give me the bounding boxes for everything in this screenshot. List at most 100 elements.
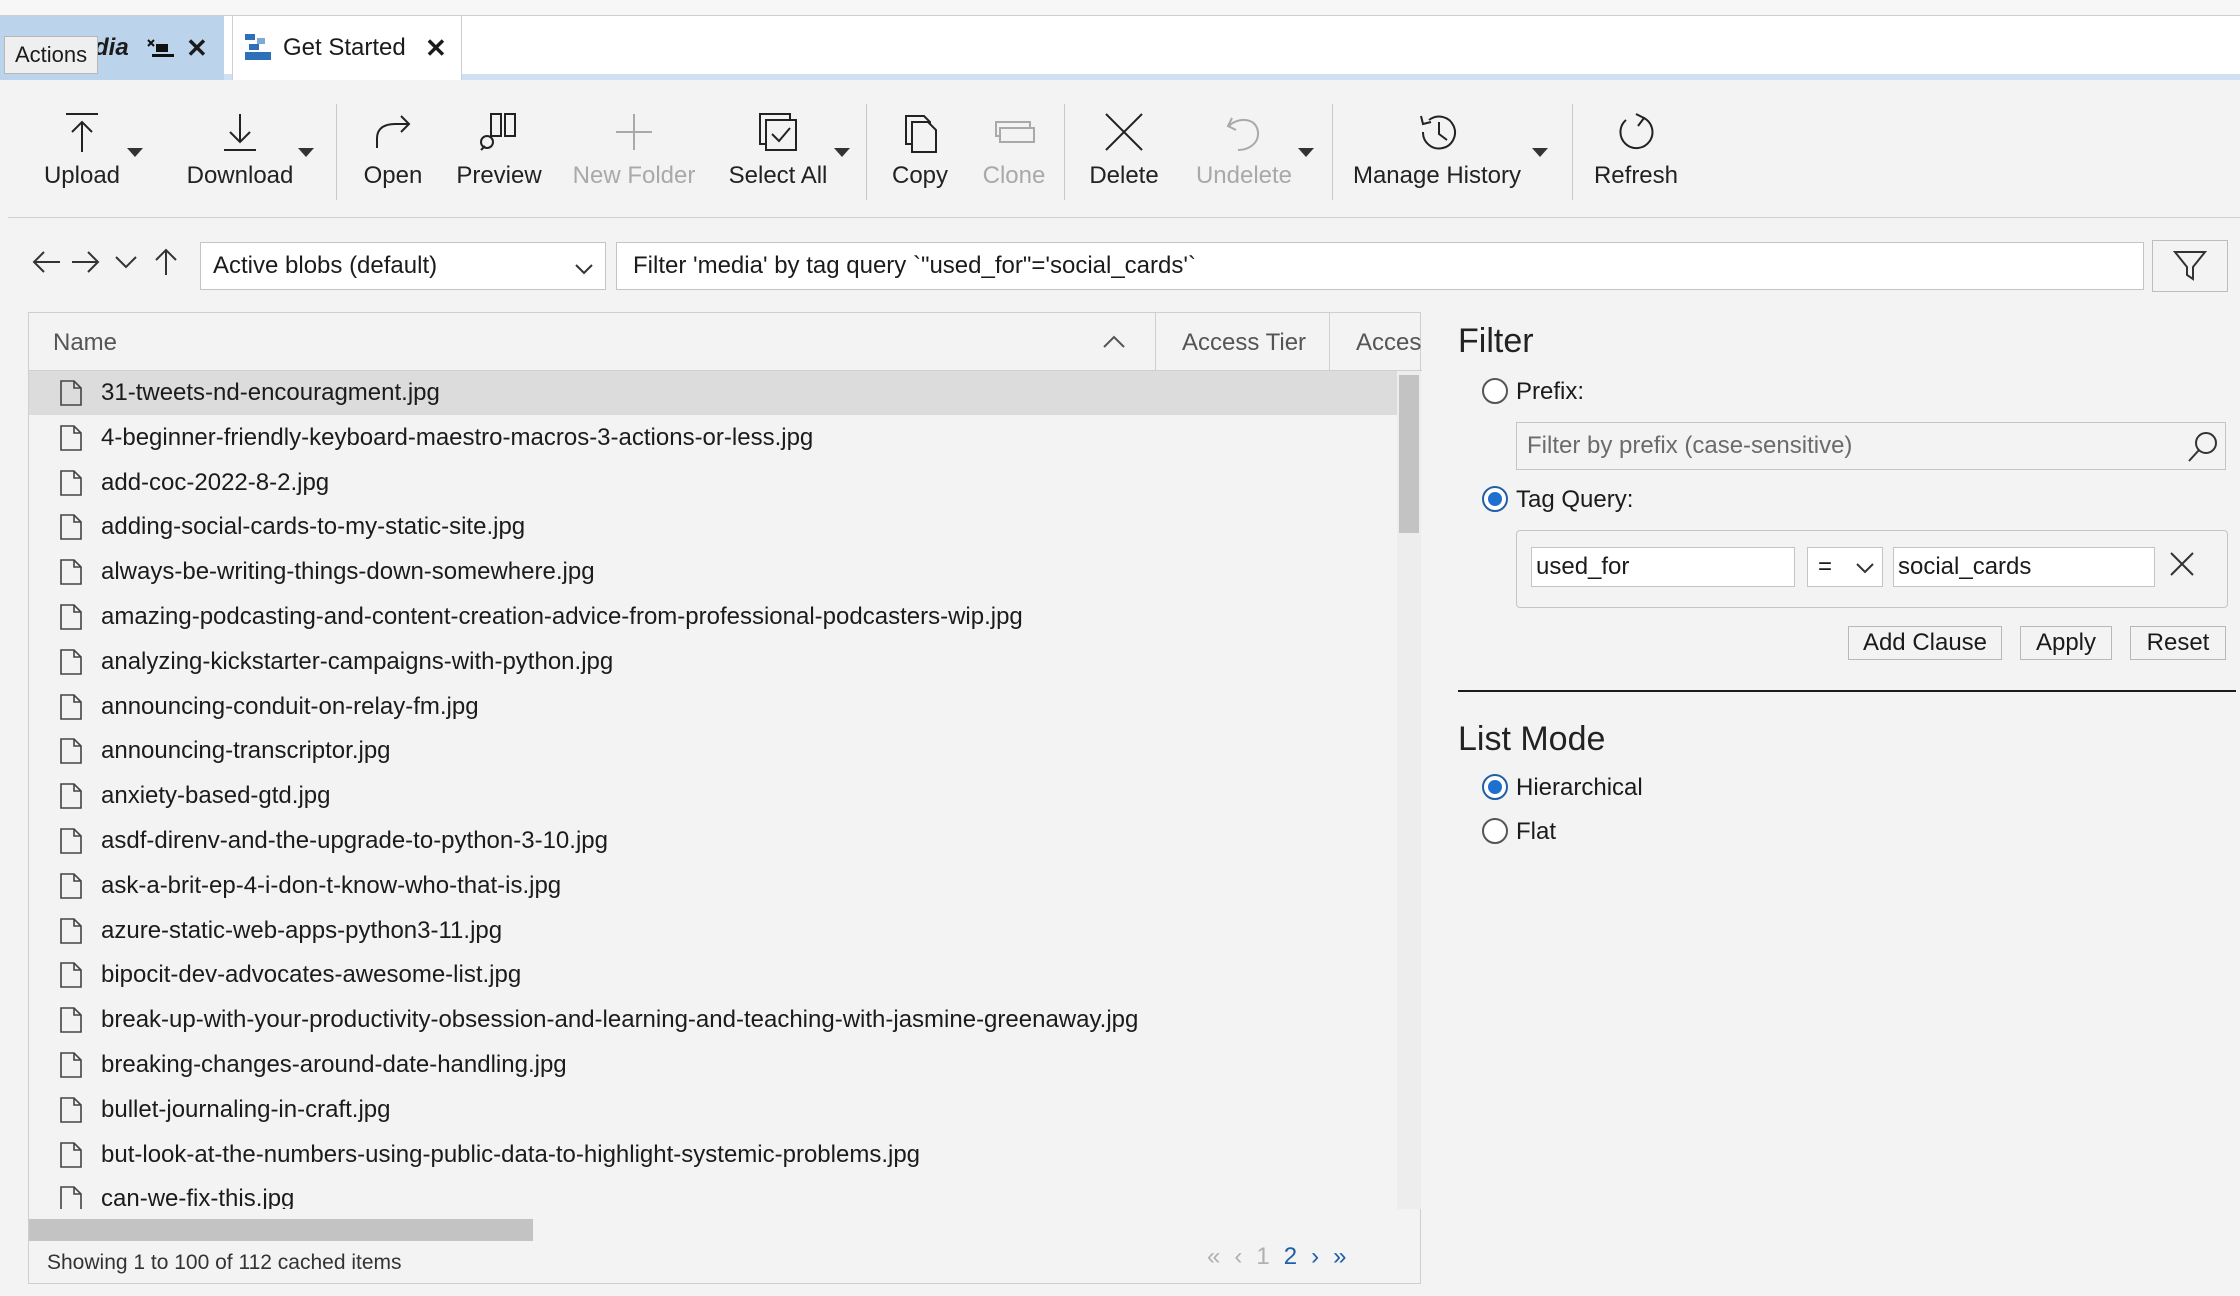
clone-button[interactable]: Clone	[970, 86, 1058, 216]
list-item[interactable]: 31-tweets-nd-encouragment.jpg	[29, 371, 1397, 415]
column-header-access[interactable]: Acces	[1329, 313, 1422, 371]
list-item[interactable]: asdf-direnv-and-the-upgrade-to-python-3-…	[29, 819, 1397, 863]
clause-value-text: social_cards	[1898, 553, 2032, 580]
copy-icon	[905, 115, 937, 153]
undelete-dropdown-caret[interactable]	[1298, 148, 1314, 157]
list-item[interactable]: 4-beginner-friendly-keyboard-maestro-mac…	[29, 416, 1397, 460]
upload-icon	[66, 113, 98, 152]
file-name: bipocit-dev-advocates-awesome-list.jpg	[101, 961, 522, 989]
filter-query-text: Filter 'media' by tag query `"used_for"=…	[633, 252, 1196, 279]
open-button[interactable]: Open	[350, 86, 436, 216]
list-item[interactable]: but-look-at-the-numbers-using-public-dat…	[29, 1133, 1397, 1177]
view-mode-select[interactable]: Active blobs (default)	[200, 242, 606, 290]
first-page-icon[interactable]: «	[1207, 1243, 1220, 1271]
flat-radio[interactable]	[1482, 818, 1508, 844]
select-all-button[interactable]: Select All	[716, 86, 840, 216]
upload-button[interactable]: Upload	[30, 86, 134, 216]
file-name: announcing-transcriptor.jpg	[101, 737, 391, 765]
tab-get-started[interactable]: Get Started ✕	[232, 16, 462, 80]
undelete-label: Undelete	[1195, 162, 1293, 189]
tab-get-started-close-icon[interactable]: ✕	[425, 33, 447, 64]
search-icon[interactable]	[2185, 429, 2221, 472]
horizontal-scrollbar-thumb[interactable]	[29, 1219, 533, 1241]
remove-clause-icon[interactable]	[2167, 549, 2197, 584]
flat-label: Flat	[1516, 818, 1557, 845]
list-item[interactable]: analyzing-kickstarter-campaigns-with-pyt…	[29, 640, 1397, 684]
hierarchical-radio[interactable]	[1482, 774, 1508, 800]
up-arrow-icon[interactable]	[152, 248, 180, 284]
back-arrow-icon[interactable]	[30, 248, 62, 284]
last-page-icon[interactable]: »	[1333, 1243, 1346, 1271]
tab-get-started-label: Get Started	[283, 34, 406, 61]
list-item[interactable]: anxiety-based-gtd.jpg	[29, 774, 1397, 818]
column-header-name[interactable]: Name	[53, 329, 117, 357]
page-1-link[interactable]: 1	[1256, 1243, 1269, 1271]
clone-icon	[995, 121, 1035, 143]
list-item[interactable]: announcing-transcriptor.jpg	[29, 729, 1397, 773]
next-page-icon[interactable]: ›	[1311, 1243, 1319, 1271]
tag-query-radio[interactable]	[1482, 486, 1508, 512]
list-item[interactable]: amazing-podcasting-and-content-creation-…	[29, 595, 1397, 639]
apply-button[interactable]: Apply	[2020, 626, 2112, 660]
manage-history-button[interactable]: Manage History	[1344, 86, 1530, 216]
list-item[interactable]: can-we-fix-this.jpg	[29, 1177, 1397, 1209]
vertical-scrollbar-thumb[interactable]	[1399, 375, 1419, 533]
list-item[interactable]: adding-social-cards-to-my-static-site.jp…	[29, 505, 1397, 549]
clause-operator-select[interactable]: =	[1807, 547, 1883, 587]
list-item[interactable]: azure-static-web-apps-python3-11.jpg	[29, 909, 1397, 953]
list-item[interactable]: add-coc-2022-8-2.jpg	[29, 461, 1397, 505]
file-name: but-look-at-the-numbers-using-public-dat…	[101, 1140, 921, 1168]
select-all-dropdown-caret[interactable]	[834, 148, 850, 157]
new-folder-button[interactable]: New Folder	[564, 86, 704, 216]
file-icon	[60, 693, 82, 720]
list-item[interactable]: break-up-with-your-productivity-obsessio…	[29, 998, 1397, 1042]
file-icon	[60, 648, 82, 675]
refresh-button[interactable]: Refresh	[1586, 86, 1686, 216]
download-dropdown-caret[interactable]	[298, 148, 314, 157]
filter-toggle-button[interactable]	[2152, 240, 2228, 292]
list-mode-title: List Mode	[1458, 720, 1606, 758]
forward-arrow-icon[interactable]	[70, 248, 102, 284]
open-redo-icon	[376, 115, 411, 148]
add-clause-button[interactable]: Add Clause	[1848, 626, 2002, 660]
file-icon	[60, 1096, 82, 1123]
file-icon	[60, 828, 82, 854]
file-icon	[60, 783, 82, 809]
list-item[interactable]: bipocit-dev-advocates-awesome-list.jpg	[29, 953, 1397, 997]
preview-label: Preview	[456, 162, 542, 189]
chevron-down-icon	[1856, 563, 1874, 574]
list-item[interactable]: breaking-changes-around-date-handling.jp…	[29, 1043, 1397, 1087]
sort-ascending-icon[interactable]	[1101, 331, 1127, 359]
copy-button[interactable]: Copy	[880, 86, 960, 216]
chevron-down-icon	[573, 257, 595, 285]
manage-history-dropdown-caret[interactable]	[1532, 148, 1548, 157]
download-button[interactable]: Download	[176, 86, 304, 216]
clause-key-input[interactable]: used_for	[1531, 547, 1795, 587]
list-item[interactable]: announcing-conduit-on-relay-fm.jpg	[29, 685, 1397, 729]
column-header-access-tier[interactable]: Access Tier	[1155, 313, 1329, 371]
list-item[interactable]: bullet-journaling-in-craft.jpg	[29, 1088, 1397, 1132]
list-item[interactable]: always-be-writing-things-down-somewhere.…	[29, 550, 1397, 594]
list-item[interactable]: ask-a-brit-ep-4-i-don-t-know-who-that-is…	[29, 864, 1397, 908]
clause-value-input[interactable]: social_cards	[1893, 547, 2155, 587]
file-icon	[60, 469, 82, 496]
prev-page-icon[interactable]: ‹	[1234, 1243, 1242, 1271]
toolbar-separator	[866, 104, 867, 200]
prefix-radio[interactable]	[1482, 378, 1508, 404]
file-icon	[60, 872, 82, 899]
undelete-button[interactable]: Undelete	[1184, 86, 1304, 216]
history-dropdown-icon[interactable]	[112, 248, 140, 284]
file-icon	[60, 738, 82, 765]
file-icon	[60, 424, 82, 451]
reset-button[interactable]: Reset	[2130, 626, 2226, 660]
prefix-input[interactable]: Filter by prefix (case-sensitive)	[1516, 422, 2226, 470]
filter-query-field[interactable]: Filter 'media' by tag query `"used_for"=…	[616, 242, 2144, 290]
tab-media-close-icon[interactable]: ✕	[186, 33, 208, 64]
preview-button[interactable]: Preview	[446, 86, 552, 216]
status-text: Showing 1 to 100 of 112 cached items	[47, 1251, 402, 1274]
upload-dropdown-caret[interactable]	[127, 148, 143, 157]
select-all-icon	[759, 113, 797, 151]
clause-operator-value: =	[1818, 553, 1833, 580]
page-2-link[interactable]: 2	[1284, 1243, 1297, 1271]
delete-button[interactable]: Delete	[1078, 86, 1170, 216]
